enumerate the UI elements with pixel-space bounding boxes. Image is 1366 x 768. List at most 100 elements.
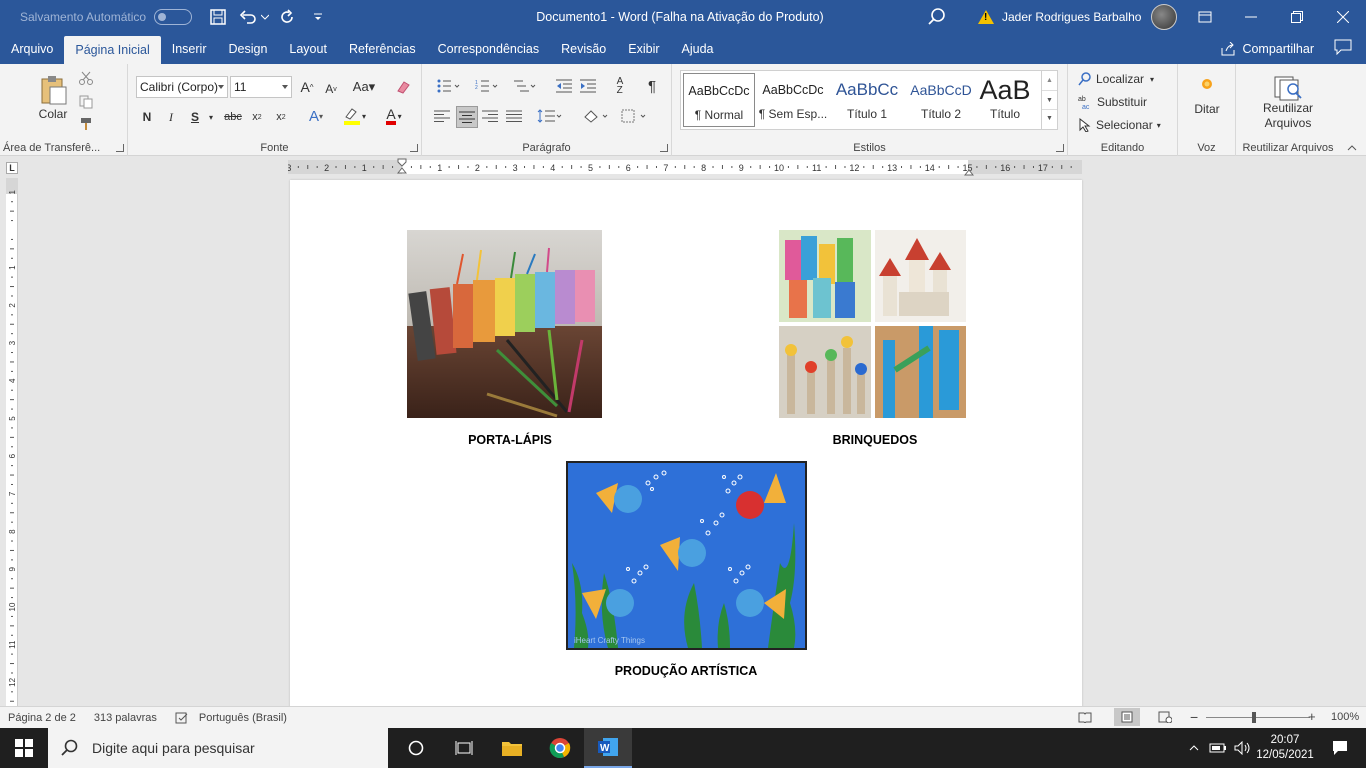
bold-button[interactable]: N	[138, 108, 156, 126]
vertical-ruler[interactable]: 1 1 2 3 4 5 6 7 8 9 10 11 12	[6, 178, 18, 706]
word-count[interactable]: 313 palavras	[94, 712, 157, 724]
zoom-slider[interactable]	[1206, 717, 1310, 718]
redo-icon[interactable]	[276, 5, 300, 29]
cut-icon[interactable]	[78, 70, 94, 86]
tab-referencias[interactable]: Referências	[338, 34, 427, 64]
customize-qat-icon[interactable]	[306, 5, 330, 29]
tab-arquivo[interactable]: Arquivo	[0, 34, 64, 64]
tab-ajuda[interactable]: Ajuda	[671, 34, 725, 64]
shading-icon[interactable]	[580, 106, 612, 126]
italic-button[interactable]: I	[162, 108, 180, 126]
page-count[interactable]: Página 2 de 2	[8, 712, 76, 724]
align-left-icon[interactable]	[432, 106, 452, 126]
toys-collage-image[interactable]	[779, 230, 966, 418]
ribbon-display-options-icon[interactable]	[1182, 0, 1228, 34]
gallery-up-icon[interactable]: ▲	[1042, 71, 1057, 90]
style-no-spacing[interactable]: AaBbCcDc ¶ Sem Esp...	[757, 73, 829, 127]
gallery-more-icon[interactable]: ▼	[1042, 109, 1057, 127]
tab-revisao[interactable]: Revisão	[550, 34, 617, 64]
format-painter-icon[interactable]	[78, 116, 94, 132]
styles-gallery-scroll[interactable]: ▲ ▼ ▼	[1041, 71, 1057, 129]
style-heading-1[interactable]: AaBbCc Título 1	[831, 73, 903, 127]
save-icon[interactable]	[206, 5, 230, 29]
zoom-level[interactable]: 100%	[1331, 711, 1359, 723]
web-layout-icon[interactable]	[1158, 711, 1173, 726]
clear-formatting-icon[interactable]	[394, 78, 412, 96]
file-explorer-icon[interactable]	[488, 728, 536, 768]
pencil-holder-image[interactable]	[407, 230, 602, 418]
search-icon[interactable]	[926, 6, 948, 28]
minimize-icon[interactable]	[1228, 0, 1274, 34]
undo-icon[interactable]	[236, 5, 260, 29]
strikethrough-icon[interactable]: abc	[222, 108, 244, 126]
paragraph-launcher-icon[interactable]	[660, 144, 668, 152]
battery-icon[interactable]	[1206, 728, 1230, 768]
paste-button[interactable]: Colar	[32, 70, 74, 126]
subscript-icon[interactable]: x2	[248, 108, 266, 126]
word-taskbar-icon[interactable]: W	[584, 728, 632, 768]
style-normal[interactable]: AaBbCcDc ¶ Normal	[683, 73, 755, 127]
horizontal-ruler[interactable]: 3 2 1 1 2 3 4 5 6 7 8 9 10 11 12 13 14 15 16 17	[288, 158, 1082, 176]
tab-inserir[interactable]: Inserir	[161, 34, 218, 64]
volume-icon[interactable]	[1230, 728, 1256, 768]
underline-button[interactable]: S	[186, 108, 204, 126]
highlight-color-icon[interactable]: ▾	[338, 106, 370, 126]
clipboard-launcher-icon[interactable]	[116, 144, 124, 152]
clock[interactable]: 20:07 12/05/2021	[1256, 733, 1314, 763]
superscript-icon[interactable]: x2	[272, 108, 290, 126]
reuse-files-button[interactable]: Reutilizar Arquivos	[1250, 72, 1326, 134]
user-account[interactable]: ! Jader Rodrigues Barbalho	[978, 0, 1178, 34]
sort-icon[interactable]: AZ	[610, 76, 630, 96]
dictate-button[interactable]: Ditar	[1182, 74, 1232, 120]
shrink-font-icon[interactable]: Av	[322, 80, 340, 98]
tab-pagina-inicial[interactable]: Página Inicial	[64, 36, 161, 64]
bullets-icon[interactable]	[434, 76, 464, 96]
tab-exibir[interactable]: Exibir	[617, 34, 670, 64]
underline-dropdown-icon[interactable]: ▾	[206, 108, 216, 126]
line-spacing-icon[interactable]	[534, 106, 566, 126]
taskbar-search-box[interactable]: Digite aqui para pesquisar	[48, 728, 388, 768]
increase-indent-icon[interactable]	[578, 76, 598, 96]
proofing-icon[interactable]	[175, 712, 189, 724]
text-effects-icon[interactable]: A ▾	[302, 106, 330, 126]
tray-chevron-icon[interactable]	[1182, 728, 1206, 768]
decrease-indent-icon[interactable]	[554, 76, 574, 96]
document-page[interactable]: PORTA-LÁPIS BRINQUEDOS iHeart Crafty Thi…	[290, 180, 1082, 706]
avatar[interactable]	[1151, 4, 1178, 30]
first-line-indent-marker[interactable]	[396, 158, 408, 179]
task-view-icon[interactable]	[440, 728, 488, 768]
zoom-slider-thumb[interactable]	[1252, 712, 1256, 723]
windows-start-icon[interactable]	[0, 728, 48, 768]
multilevel-list-icon[interactable]	[510, 76, 540, 96]
replace-button[interactable]: ab ac Substituir	[1078, 93, 1147, 111]
grow-font-icon[interactable]: A ^	[298, 78, 316, 96]
change-case-icon[interactable]: Aa▾	[350, 78, 378, 96]
undo-dropdown-icon[interactable]	[260, 5, 270, 29]
style-title[interactable]: AaB Título	[969, 73, 1041, 127]
language-status[interactable]: Português (Brasil)	[199, 712, 287, 724]
action-center-icon[interactable]	[1314, 728, 1366, 768]
styles-launcher-icon[interactable]	[1056, 144, 1064, 152]
borders-icon[interactable]	[618, 106, 650, 126]
justify-icon[interactable]	[504, 106, 524, 126]
restore-icon[interactable]	[1274, 0, 1320, 34]
gallery-down-icon[interactable]: ▼	[1042, 90, 1057, 109]
chrome-icon[interactable]	[536, 728, 584, 768]
font-name-combo[interactable]: Calibri (Corpo)	[136, 76, 228, 98]
tab-design[interactable]: Design	[217, 34, 278, 64]
artistic-production-image[interactable]: iHeart Crafty Things	[566, 461, 807, 650]
select-button[interactable]: Selecionar ▾	[1078, 116, 1161, 134]
align-right-icon[interactable]	[480, 106, 500, 126]
autosave-toggle[interactable]	[154, 9, 193, 25]
copy-icon[interactable]	[78, 94, 94, 110]
align-center-icon[interactable]	[456, 106, 478, 128]
close-icon[interactable]	[1320, 0, 1366, 34]
comments-icon[interactable]	[1334, 39, 1354, 59]
cortana-icon[interactable]	[392, 728, 440, 768]
tab-layout[interactable]: Layout	[278, 34, 338, 64]
find-button[interactable]: Localizar ▾	[1078, 70, 1154, 88]
font-size-combo[interactable]: 11	[230, 76, 292, 98]
numbering-icon[interactable]: 12	[472, 76, 502, 96]
read-mode-icon[interactable]	[1078, 711, 1092, 726]
tab-selector-icon[interactable]: L	[6, 162, 18, 174]
